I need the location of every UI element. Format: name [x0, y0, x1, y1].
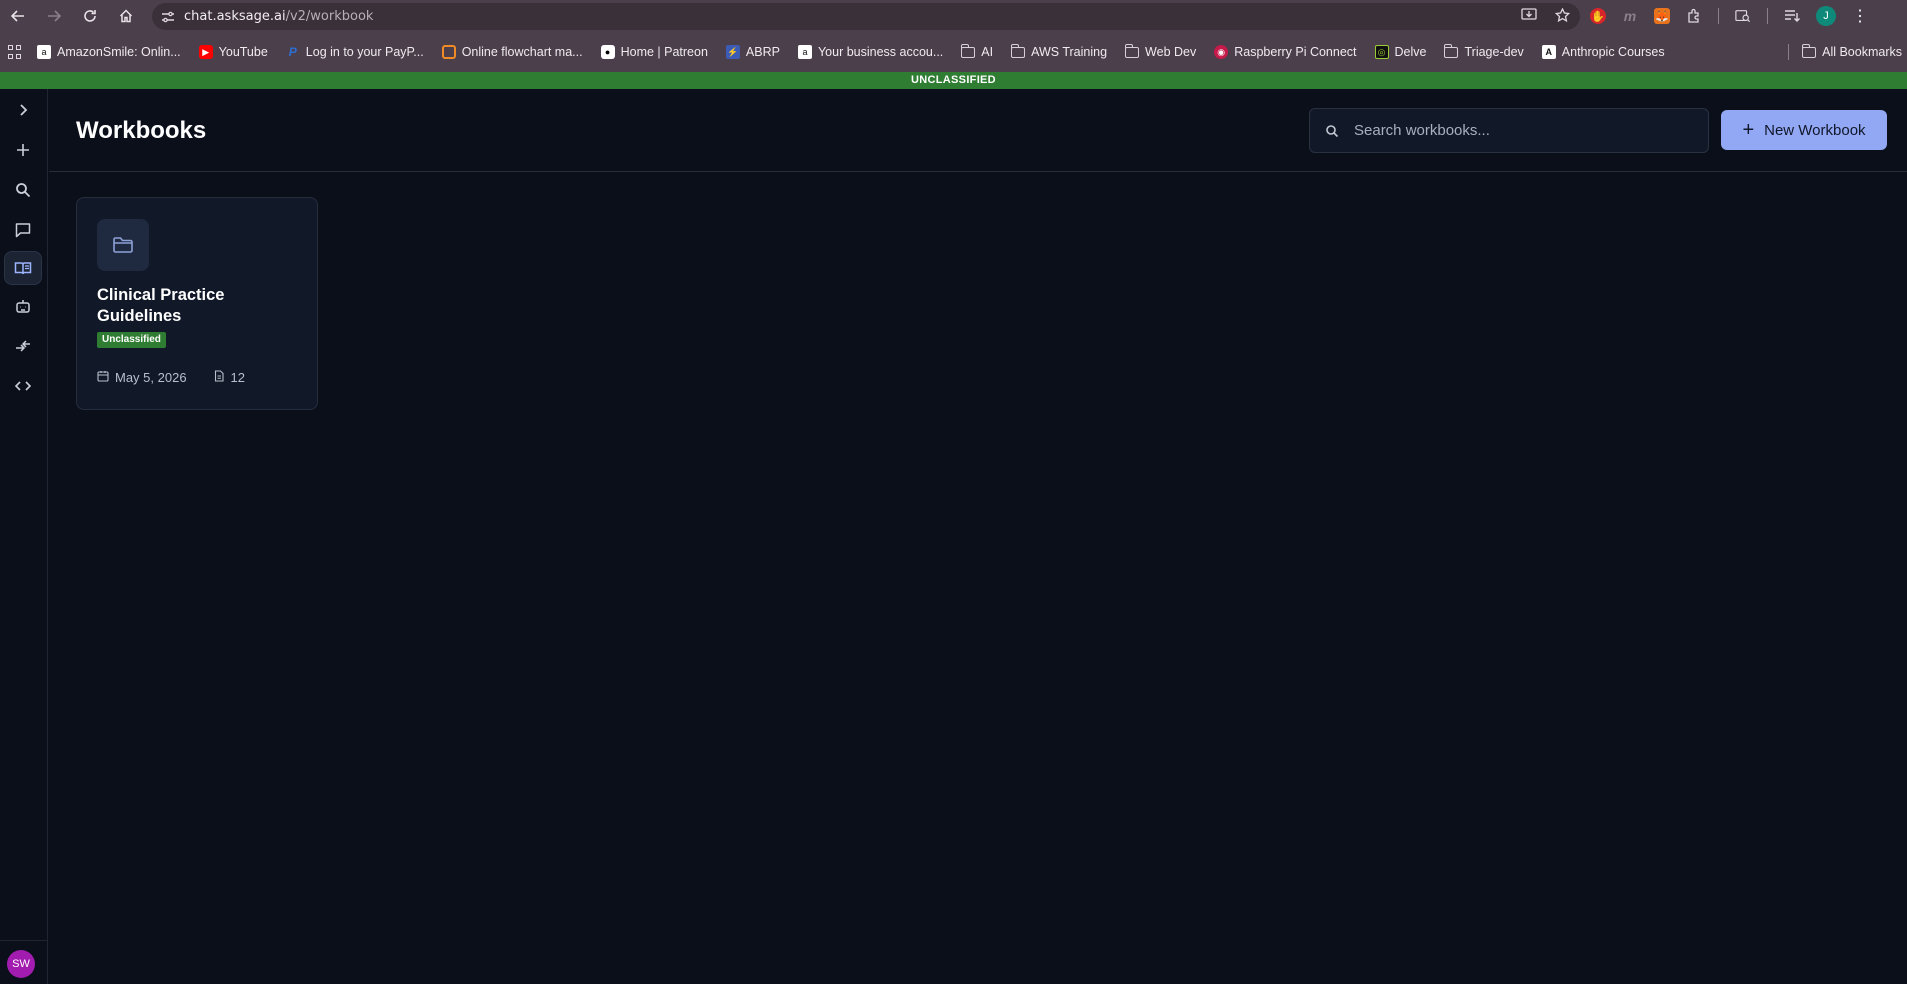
code-icon[interactable] [4, 369, 42, 403]
toolbar-separator [1767, 8, 1768, 24]
bookmark-flowchart[interactable]: Online flowchart ma... [433, 38, 592, 66]
expand-sidebar-icon[interactable] [4, 93, 42, 127]
back-arrow-icon[interactable] [0, 0, 36, 32]
bookmarks-separator [1788, 44, 1789, 60]
browser-toolbar: chat.asksage.ai/v2/workbook ✋ m 🦊 J ⋮ [0, 0, 1907, 32]
user-avatar[interactable]: SW [7, 950, 35, 978]
bot-icon[interactable] [4, 289, 42, 323]
folder-icon [1443, 43, 1459, 58]
metamask-fox-icon[interactable]: 🦊 [1654, 8, 1670, 24]
new-workbook-button[interactable]: + New Workbook [1721, 110, 1887, 150]
bookmark-business-account[interactable]: a Your business accou... [789, 38, 952, 66]
bookmark-abrp[interactable]: ⚡ ABRP [717, 38, 789, 66]
folder-icon [960, 43, 976, 58]
bookmark-folder-ai[interactable]: AI [952, 38, 1002, 66]
bookmark-folder-triage-dev[interactable]: Triage-dev [1435, 38, 1532, 66]
flowchart-icon [441, 45, 456, 59]
youtube-icon: ▶ [198, 45, 213, 59]
bookmark-patreon[interactable]: ● Home | Patreon [592, 38, 717, 66]
bookmark-amazonsmile[interactable]: a AmazonSmile: Onlin... [28, 38, 190, 66]
extensions-puzzle-icon[interactable] [1686, 8, 1702, 24]
reading-list-icon[interactable] [1784, 8, 1800, 24]
workbook-card[interactable]: Clinical Practice Guidelines Unclassifie… [76, 197, 318, 410]
bookmark-anthropic-courses[interactable]: A Anthropic Courses [1533, 38, 1674, 66]
patreon-icon: ● [600, 45, 615, 59]
page-title: Workbooks [76, 117, 207, 144]
search-box[interactable] [1309, 108, 1709, 153]
classification-badge: Unclassified [97, 332, 166, 348]
plus-icon: + [1742, 119, 1755, 141]
new-chat-plus-icon[interactable] [4, 133, 42, 167]
folder-icon [1010, 43, 1026, 58]
chat-icon[interactable] [4, 213, 42, 247]
browser-menu-icon[interactable]: ⋮ [1852, 8, 1868, 25]
workbook-date: May 5, 2026 [115, 370, 187, 385]
anthropic-icon: A [1541, 45, 1556, 59]
abrp-icon: ⚡ [725, 45, 740, 59]
extension-red-hand-icon[interactable]: ✋ [1590, 8, 1606, 24]
classification-banner: UNCLASSIFIED [0, 72, 1907, 89]
apps-grid-icon[interactable] [8, 45, 22, 59]
bookmarks-bar: a AmazonSmile: Onlin... ▶ YouTube P Log in … [0, 32, 1907, 72]
reload-icon[interactable] [72, 0, 108, 32]
forward-arrow-icon[interactable] [36, 0, 72, 32]
bookmark-paypal[interactable]: P Log in to your PayP... [277, 38, 433, 66]
install-app-icon[interactable] [1521, 8, 1537, 25]
amazon-icon: a [797, 45, 812, 59]
calendar-icon [97, 370, 109, 385]
all-bookmarks-button[interactable]: All Bookmarks [1801, 32, 1902, 72]
home-icon[interactable] [108, 0, 144, 32]
profile-avatar[interactable]: J [1816, 6, 1836, 26]
extension-m-icon[interactable]: m [1622, 8, 1638, 24]
toolbar-separator [1718, 8, 1719, 24]
search-workbooks-input[interactable] [1354, 122, 1694, 139]
search-icon[interactable] [4, 173, 42, 207]
url-text: chat.asksage.ai/v2/workbook [184, 9, 374, 24]
folder-icon [97, 219, 149, 271]
bookmark-delve[interactable]: ◎ Delve [1366, 38, 1436, 66]
raspberry-icon: ◉ [1214, 45, 1229, 59]
search-icon [1310, 124, 1354, 138]
app-sidebar [0, 89, 48, 984]
workbook-icon[interactable] [4, 251, 42, 285]
page-header: Workbooks + New Workbook [49, 89, 1907, 172]
bookmark-raspberry-pi[interactable]: ◉ Raspberry Pi Connect [1205, 38, 1365, 66]
workbook-meta: May 5, 2026 12 [97, 370, 245, 385]
bookmark-folder-web-dev[interactable]: Web Dev [1116, 38, 1205, 66]
site-info-icon[interactable] [152, 11, 184, 23]
paypal-icon: P [288, 45, 297, 59]
folder-icon [1801, 43, 1817, 58]
address-bar[interactable]: chat.asksage.ai/v2/workbook [152, 3, 1580, 30]
workbook-file-count: 12 [230, 370, 246, 385]
workbook-title: Clinical Practice Guidelines [97, 286, 225, 325]
document-icon [213, 370, 225, 385]
tab-search-icon[interactable] [1735, 8, 1751, 24]
bookmark-folder-aws-training[interactable]: AWS Training [1002, 38, 1116, 66]
amazon-icon: a [37, 45, 51, 59]
bookmark-star-icon[interactable] [1554, 6, 1571, 26]
bookmark-youtube[interactable]: ▶ YouTube [190, 38, 277, 66]
sidebar-divider [0, 940, 48, 941]
folder-icon [1124, 43, 1140, 58]
compare-arrows-icon[interactable] [4, 329, 42, 363]
delve-icon: ◎ [1374, 45, 1389, 59]
